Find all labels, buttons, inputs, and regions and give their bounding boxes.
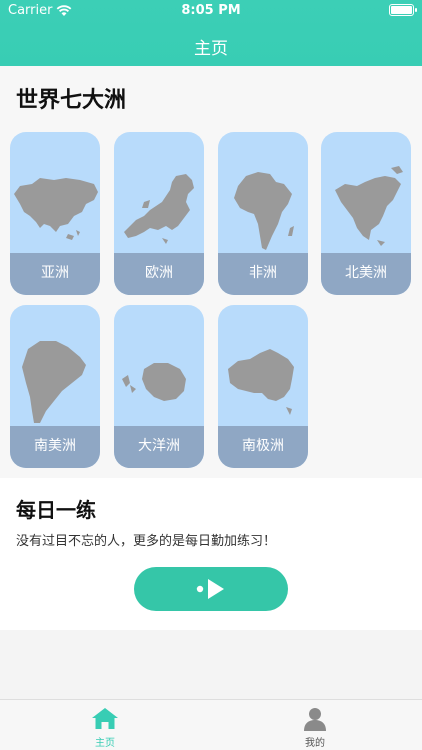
continent-card-europe[interactable]: 欧洲 xyxy=(114,132,204,295)
asia-map-icon xyxy=(14,178,98,240)
daily-practice-title: 每日一练 xyxy=(16,498,96,522)
daily-practice-section: 每日一练 没有过目不忘的人，更多的是每日勤加练习！ xyxy=(0,478,422,630)
continent-card-antarctica[interactable]: 南极洲 xyxy=(218,305,308,468)
tab-mine[interactable]: 我的 xyxy=(285,706,345,749)
status-time: 8:05 PM xyxy=(181,3,241,18)
tab-bar: 主页 我的 xyxy=(0,699,422,750)
continent-label-europe: 欧洲 xyxy=(114,253,204,295)
north-america-map-icon xyxy=(335,166,403,246)
tab-mine-label: 我的 xyxy=(305,738,325,749)
app-header: Carrier 8:05 PM 主页 xyxy=(0,0,422,66)
europe-map-icon xyxy=(124,174,194,244)
continents-section: 世界七大洲 亚洲 欧洲 非洲 北美洲 南美洲 大洋洲 南极洲 xyxy=(0,66,422,478)
battery-icon xyxy=(389,4,417,16)
continent-label-antarctica: 南极洲 xyxy=(218,426,308,468)
continent-label-oceania: 大洋洲 xyxy=(114,426,204,468)
continent-card-oceania[interactable]: 大洋洲 xyxy=(114,305,204,468)
start-practice-button[interactable] xyxy=(134,567,288,611)
continent-card-asia[interactable]: 亚洲 xyxy=(10,132,100,295)
page-title: 主页 xyxy=(194,39,228,59)
home-icon xyxy=(92,708,118,729)
africa-map-icon xyxy=(234,172,294,250)
continent-card-south-america[interactable]: 南美洲 xyxy=(10,305,100,468)
continents-title: 世界七大洲 xyxy=(16,88,127,113)
antarctica-map-icon xyxy=(228,349,294,415)
daily-practice-subtitle: 没有过目不忘的人，更多的是每日勤加练习！ xyxy=(16,534,277,549)
continent-label-north-america: 北美洲 xyxy=(321,253,411,295)
tab-home-label: 主页 xyxy=(95,738,115,749)
status-bar: Carrier 8:05 PM xyxy=(0,0,422,22)
oceania-map-icon xyxy=(122,363,186,401)
continent-label-africa: 非洲 xyxy=(218,253,308,295)
south-america-map-icon xyxy=(22,341,86,423)
play-icon xyxy=(196,579,224,599)
continent-card-north-america[interactable]: 北美洲 xyxy=(321,132,411,295)
continent-label-south-america: 南美洲 xyxy=(10,426,100,468)
user-icon xyxy=(304,708,326,731)
continent-label-asia: 亚洲 xyxy=(10,253,100,295)
continent-card-africa[interactable]: 非洲 xyxy=(218,132,308,295)
tab-home[interactable]: 主页 xyxy=(75,706,135,749)
